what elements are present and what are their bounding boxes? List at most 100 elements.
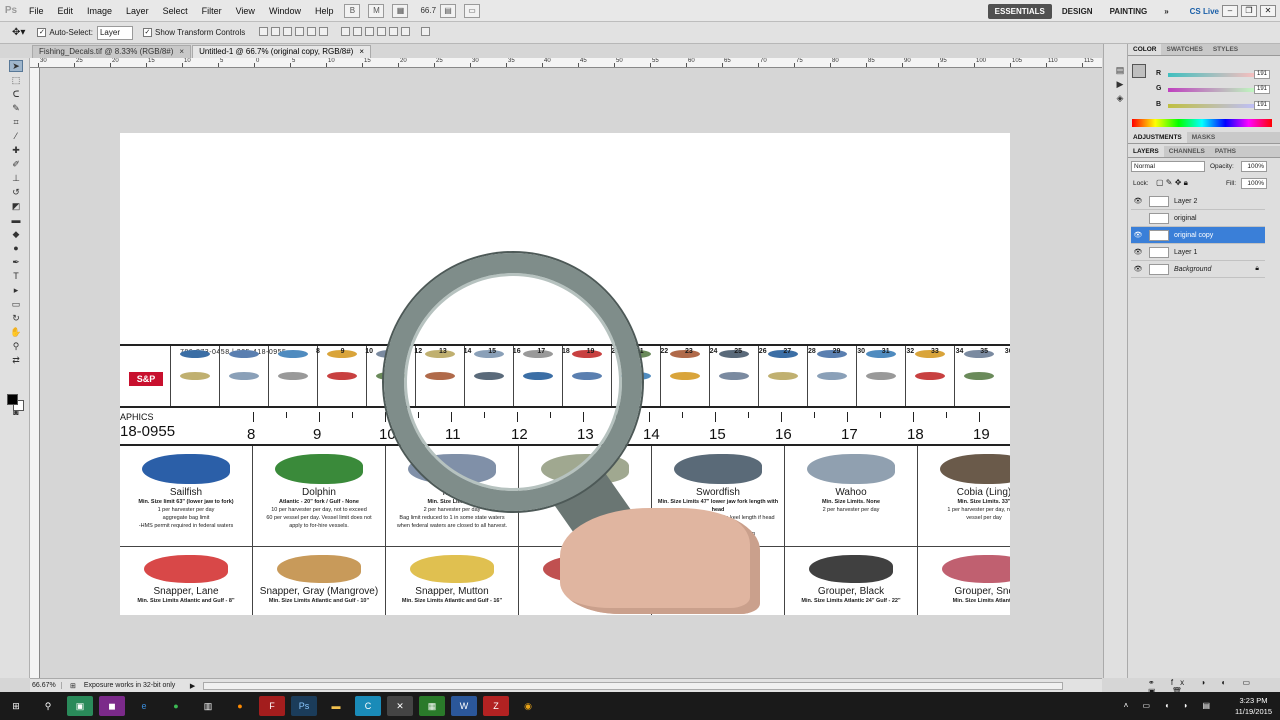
autoselect-checkbox[interactable]: ✓ xyxy=(37,28,47,37)
history-panel-icon[interactable]: ▤ xyxy=(1113,64,1127,76)
layer-row[interactable]: original xyxy=(1131,210,1265,227)
screen-mode-icon[interactable]: ▭ xyxy=(464,3,481,18)
b-slider[interactable] xyxy=(1168,104,1258,108)
mini-bridge-icon[interactable]: M xyxy=(368,3,385,18)
brush-tool-icon[interactable]: ✐ xyxy=(9,158,23,170)
menu-file[interactable]: File xyxy=(22,0,51,22)
opacity-field[interactable]: 100% xyxy=(1241,161,1267,172)
blur-tool-icon[interactable]: ◆ xyxy=(9,228,23,240)
start-icon[interactable]: ⊞ xyxy=(3,696,29,716)
minimize-icon[interactable]: – xyxy=(1222,5,1238,17)
view-extras-icon[interactable]: ▦ xyxy=(392,3,409,18)
transform-controls-checkbox[interactable]: ✓ xyxy=(142,28,152,37)
launch-bridge-icon[interactable]: B xyxy=(344,3,361,18)
status-zoom[interactable]: 66.67% xyxy=(30,682,62,689)
layer-row[interactable]: 👁︎ Background 🔒︎ xyxy=(1131,261,1265,278)
tab-swatches[interactable]: SWATCHES xyxy=(1161,44,1207,55)
menu-filter[interactable]: Filter xyxy=(195,0,229,22)
store-icon[interactable]: ▥ xyxy=(195,696,221,716)
tab-channels[interactable]: CHANNELS xyxy=(1164,146,1210,157)
distribute-icons[interactable] xyxy=(341,27,413,38)
clone-stamp-tool-icon[interactable]: ⊥ xyxy=(9,172,23,184)
tab-styles[interactable]: STYLES xyxy=(1208,44,1243,55)
align-icons[interactable] xyxy=(259,27,331,38)
tab-fishing-decals[interactable]: Fishing_Decals.tif @ 8.33% (RGB/8#) × xyxy=(32,45,192,58)
app-icon-1[interactable]: ▣ xyxy=(67,696,93,716)
panel-foreground-swatch[interactable] xyxy=(1132,64,1146,78)
blend-mode-dropdown[interactable]: Normal xyxy=(1131,161,1205,172)
tab-untitled-1[interactable]: Untitled-1 @ 66.7% (original copy, RGB/8… xyxy=(192,45,372,58)
clock[interactable]: 3:23 PM 11/19/2015 xyxy=(1235,695,1272,717)
auto-align-icons[interactable] xyxy=(421,27,433,38)
autoselect-dropdown[interactable]: Layer xyxy=(96,25,133,40)
g-slider[interactable] xyxy=(1168,88,1258,92)
horizontal-scrollbar[interactable] xyxy=(203,681,1064,690)
menu-layer[interactable]: Layer xyxy=(119,0,156,22)
eyedropper-tool-icon[interactable]: ⁄ xyxy=(9,130,23,142)
lasso-tool-icon[interactable]: ᑕ xyxy=(9,88,23,100)
type-tool-icon[interactable]: T xyxy=(9,270,23,282)
eye-icon[interactable]: 👁︎ xyxy=(1131,197,1145,205)
fill-field[interactable]: 100% xyxy=(1241,178,1267,189)
menu-help[interactable]: Help xyxy=(308,0,341,22)
tab-masks[interactable]: MASKS xyxy=(1187,132,1220,143)
dodge-tool-icon[interactable]: ● xyxy=(9,242,23,254)
close-icon[interactable]: ✕ xyxy=(1260,5,1276,17)
color-spectrum[interactable] xyxy=(1132,119,1272,127)
edge-icon[interactable]: e xyxy=(131,696,157,716)
workspace-essentials[interactable]: ESSENTIALS xyxy=(987,3,1052,19)
search-icon[interactable]: ⚲ xyxy=(35,696,61,716)
app-icon-6[interactable]: ✕ xyxy=(387,696,413,716)
arrange-documents-icon[interactable]: ▤ xyxy=(440,3,457,18)
g-value[interactable]: 191 xyxy=(1254,85,1270,94)
filezilla-icon[interactable]: Z xyxy=(483,696,509,716)
layer-row[interactable]: 👁︎ Layer 2 xyxy=(1131,193,1265,210)
lock-icons[interactable]: ▢ ✎ ✥ 🔒︎ xyxy=(1156,178,1188,188)
quick-select-tool-icon[interactable]: ✎ xyxy=(9,102,23,114)
zoom-level[interactable]: 66.7 xyxy=(420,6,436,15)
3d-rotate-tool-icon[interactable]: ↻ xyxy=(9,312,23,324)
workspace-more[interactable]: » xyxy=(1157,4,1175,19)
move-tool-icon[interactable]: ✥▾ xyxy=(12,27,25,38)
app-icon-5[interactable]: C xyxy=(355,696,381,716)
shape-tool-icon[interactable]: ▭ xyxy=(9,298,23,310)
properties-panel-icon[interactable]: ◈ xyxy=(1113,92,1127,104)
layer-row[interactable]: 👁︎ original copy xyxy=(1131,227,1265,244)
hand-tool-icon[interactable]: ✋ xyxy=(9,326,23,338)
tab-paths[interactable]: PATHS xyxy=(1210,146,1241,157)
restore-icon[interactable]: ❐ xyxy=(1241,5,1257,17)
tab-color[interactable]: COLOR xyxy=(1128,44,1162,55)
app-icon-4[interactable]: F xyxy=(259,696,285,716)
menu-image[interactable]: Image xyxy=(80,0,119,22)
move-tool-icon[interactable]: ➤ xyxy=(9,60,23,72)
tab-close-icon[interactable]: × xyxy=(359,47,364,56)
swap-colors-icon[interactable]: ⇄ xyxy=(9,354,23,366)
path-select-tool-icon[interactable]: ▸ xyxy=(9,284,23,296)
r-value[interactable]: 191 xyxy=(1254,70,1270,79)
marquee-tool-icon[interactable]: ⬚ xyxy=(9,74,23,86)
status-arrow-icon[interactable]: ▶ xyxy=(190,682,195,690)
cs-live-button[interactable]: CS Live xyxy=(1190,7,1219,16)
menu-window[interactable]: Window xyxy=(262,0,308,22)
eye-icon[interactable]: 👁︎ xyxy=(1131,265,1145,273)
word-icon[interactable]: W xyxy=(451,696,477,716)
menu-view[interactable]: View xyxy=(229,0,262,22)
history-brush-tool-icon[interactable]: ↺ xyxy=(9,186,23,198)
workspace-painting[interactable]: PAINTING xyxy=(1103,4,1155,19)
gradient-tool-icon[interactable]: ▬ xyxy=(9,214,23,226)
folder-icon[interactable]: ▬ xyxy=(323,696,349,716)
pen-tool-icon[interactable]: ✒ xyxy=(9,256,23,268)
r-slider[interactable] xyxy=(1168,73,1258,77)
tab-adjustments[interactable]: ADJUSTMENTS xyxy=(1128,132,1187,143)
menu-edit[interactable]: Edit xyxy=(51,0,81,22)
eye-icon[interactable]: 👁︎ xyxy=(1131,248,1145,256)
actions-panel-icon[interactable]: ▶ xyxy=(1113,78,1127,90)
app-icon-2[interactable]: ◼ xyxy=(99,696,125,716)
firefox-icon[interactable]: ● xyxy=(227,696,253,716)
workspace-design[interactable]: DESIGN xyxy=(1055,4,1100,19)
crop-tool-icon[interactable]: ⌗ xyxy=(9,116,23,128)
app-icon-7[interactable]: ▦ xyxy=(419,696,445,716)
photoshop-taskbar-icon[interactable]: Ps xyxy=(291,696,317,716)
eye-icon[interactable]: 👁︎ xyxy=(1131,231,1145,239)
healing-tool-icon[interactable]: ✚ xyxy=(9,144,23,156)
